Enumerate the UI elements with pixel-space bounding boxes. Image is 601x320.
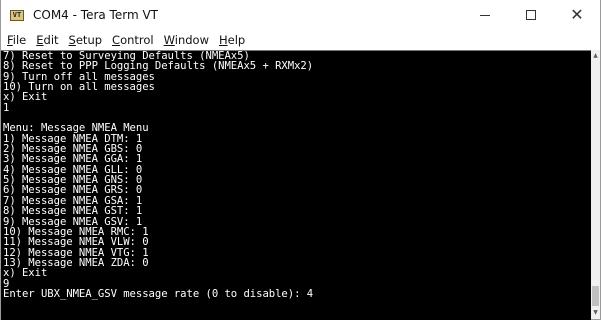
terminal-line: 10) Turn on all messages bbox=[3, 81, 155, 94]
title-bar[interactable]: VT COM4 - Tera Term VT ✕ bbox=[1, 0, 600, 30]
menu-setup[interactable]: Setup bbox=[69, 33, 103, 47]
tera-term-window: VT COM4 - Tera Term VT ✕ File Edit Setup Co… bbox=[0, 0, 601, 320]
menu-edit[interactable]: Edit bbox=[36, 33, 58, 47]
terminal-line: x) Exit bbox=[3, 267, 48, 280]
minimize-button[interactable] bbox=[462, 0, 508, 30]
terminal-line: 13) Message NMEA ZDA: 0 bbox=[3, 256, 149, 269]
menu-window[interactable]: Window bbox=[164, 33, 209, 47]
menu-file[interactable]: File bbox=[7, 33, 26, 47]
close-icon: ✕ bbox=[570, 5, 584, 24]
menu-control[interactable]: Control bbox=[112, 33, 154, 47]
menu-help[interactable]: Help bbox=[219, 33, 245, 47]
terminal-line: Enter UBX_NMEA_GSV message rate (0 to di… bbox=[3, 287, 314, 300]
window-controls: ✕ bbox=[462, 0, 600, 30]
vertical-scrollbar[interactable]: ▲ ▼ bbox=[591, 50, 600, 319]
terminal-line: x) Exit bbox=[3, 91, 48, 104]
close-button[interactable]: ✕ bbox=[554, 0, 600, 30]
minimize-icon bbox=[480, 14, 490, 16]
terminal-line: 1 bbox=[3, 101, 10, 114]
terminal-output[interactable]: 7) Reset to Surveying Defaults (NMEAx5) 8… bbox=[1, 50, 591, 320]
scroll-thumb[interactable] bbox=[592, 286, 599, 306]
scroll-up-arrow-icon[interactable]: ▲ bbox=[591, 51, 600, 61]
menu-bar: File Edit Setup Control Window Help bbox=[1, 30, 600, 50]
terminal-line: 8) Message NMEA GST: 1 bbox=[3, 205, 143, 218]
terminal-line: 11) Message NMEA VLW: 0 bbox=[3, 236, 149, 249]
maximize-icon bbox=[526, 10, 536, 20]
tera-term-app-icon[interactable]: VT bbox=[10, 9, 24, 21]
scroll-down-arrow-icon[interactable]: ▼ bbox=[591, 308, 600, 318]
window-title: COM4 - Tera Term VT bbox=[33, 8, 158, 22]
maximize-button[interactable] bbox=[508, 0, 554, 30]
